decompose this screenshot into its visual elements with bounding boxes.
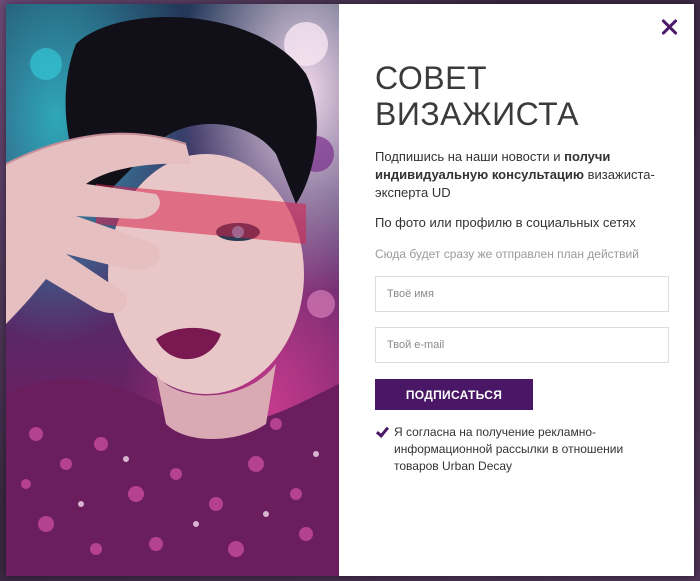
modal-title: Совет визажиста — [375, 60, 671, 132]
subscribe-button[interactable]: Подписаться — [375, 379, 533, 410]
model-photo — [6, 4, 339, 576]
lead-text-part1: Подпишись на наши новости и — [375, 149, 565, 164]
consent-checkbox-row[interactable]: Я согласна на получение рекламно-информа… — [375, 424, 671, 475]
title-line-1: Совет — [375, 60, 488, 96]
lead-text: Подпишись на наши новости и получи индив… — [375, 148, 671, 202]
close-icon[interactable] — [658, 16, 680, 38]
name-input[interactable] — [375, 276, 669, 312]
consent-label: Я согласна на получение рекламно-информа… — [394, 425, 624, 473]
subtext: По фото или профилю в социальных сетях — [375, 215, 636, 230]
email-input[interactable] — [375, 327, 669, 363]
subscription-modal: Совет визажиста Подпишись на наши новост… — [6, 4, 694, 576]
action-plan-note: Сюда будет сразу же отправлен план дейст… — [375, 247, 639, 261]
title-line-2: визажиста — [375, 96, 579, 132]
checkmark-icon[interactable] — [375, 425, 389, 439]
modal-content: Совет визажиста Подпишись на наши новост… — [375, 60, 671, 475]
model-illustration — [6, 16, 339, 576]
